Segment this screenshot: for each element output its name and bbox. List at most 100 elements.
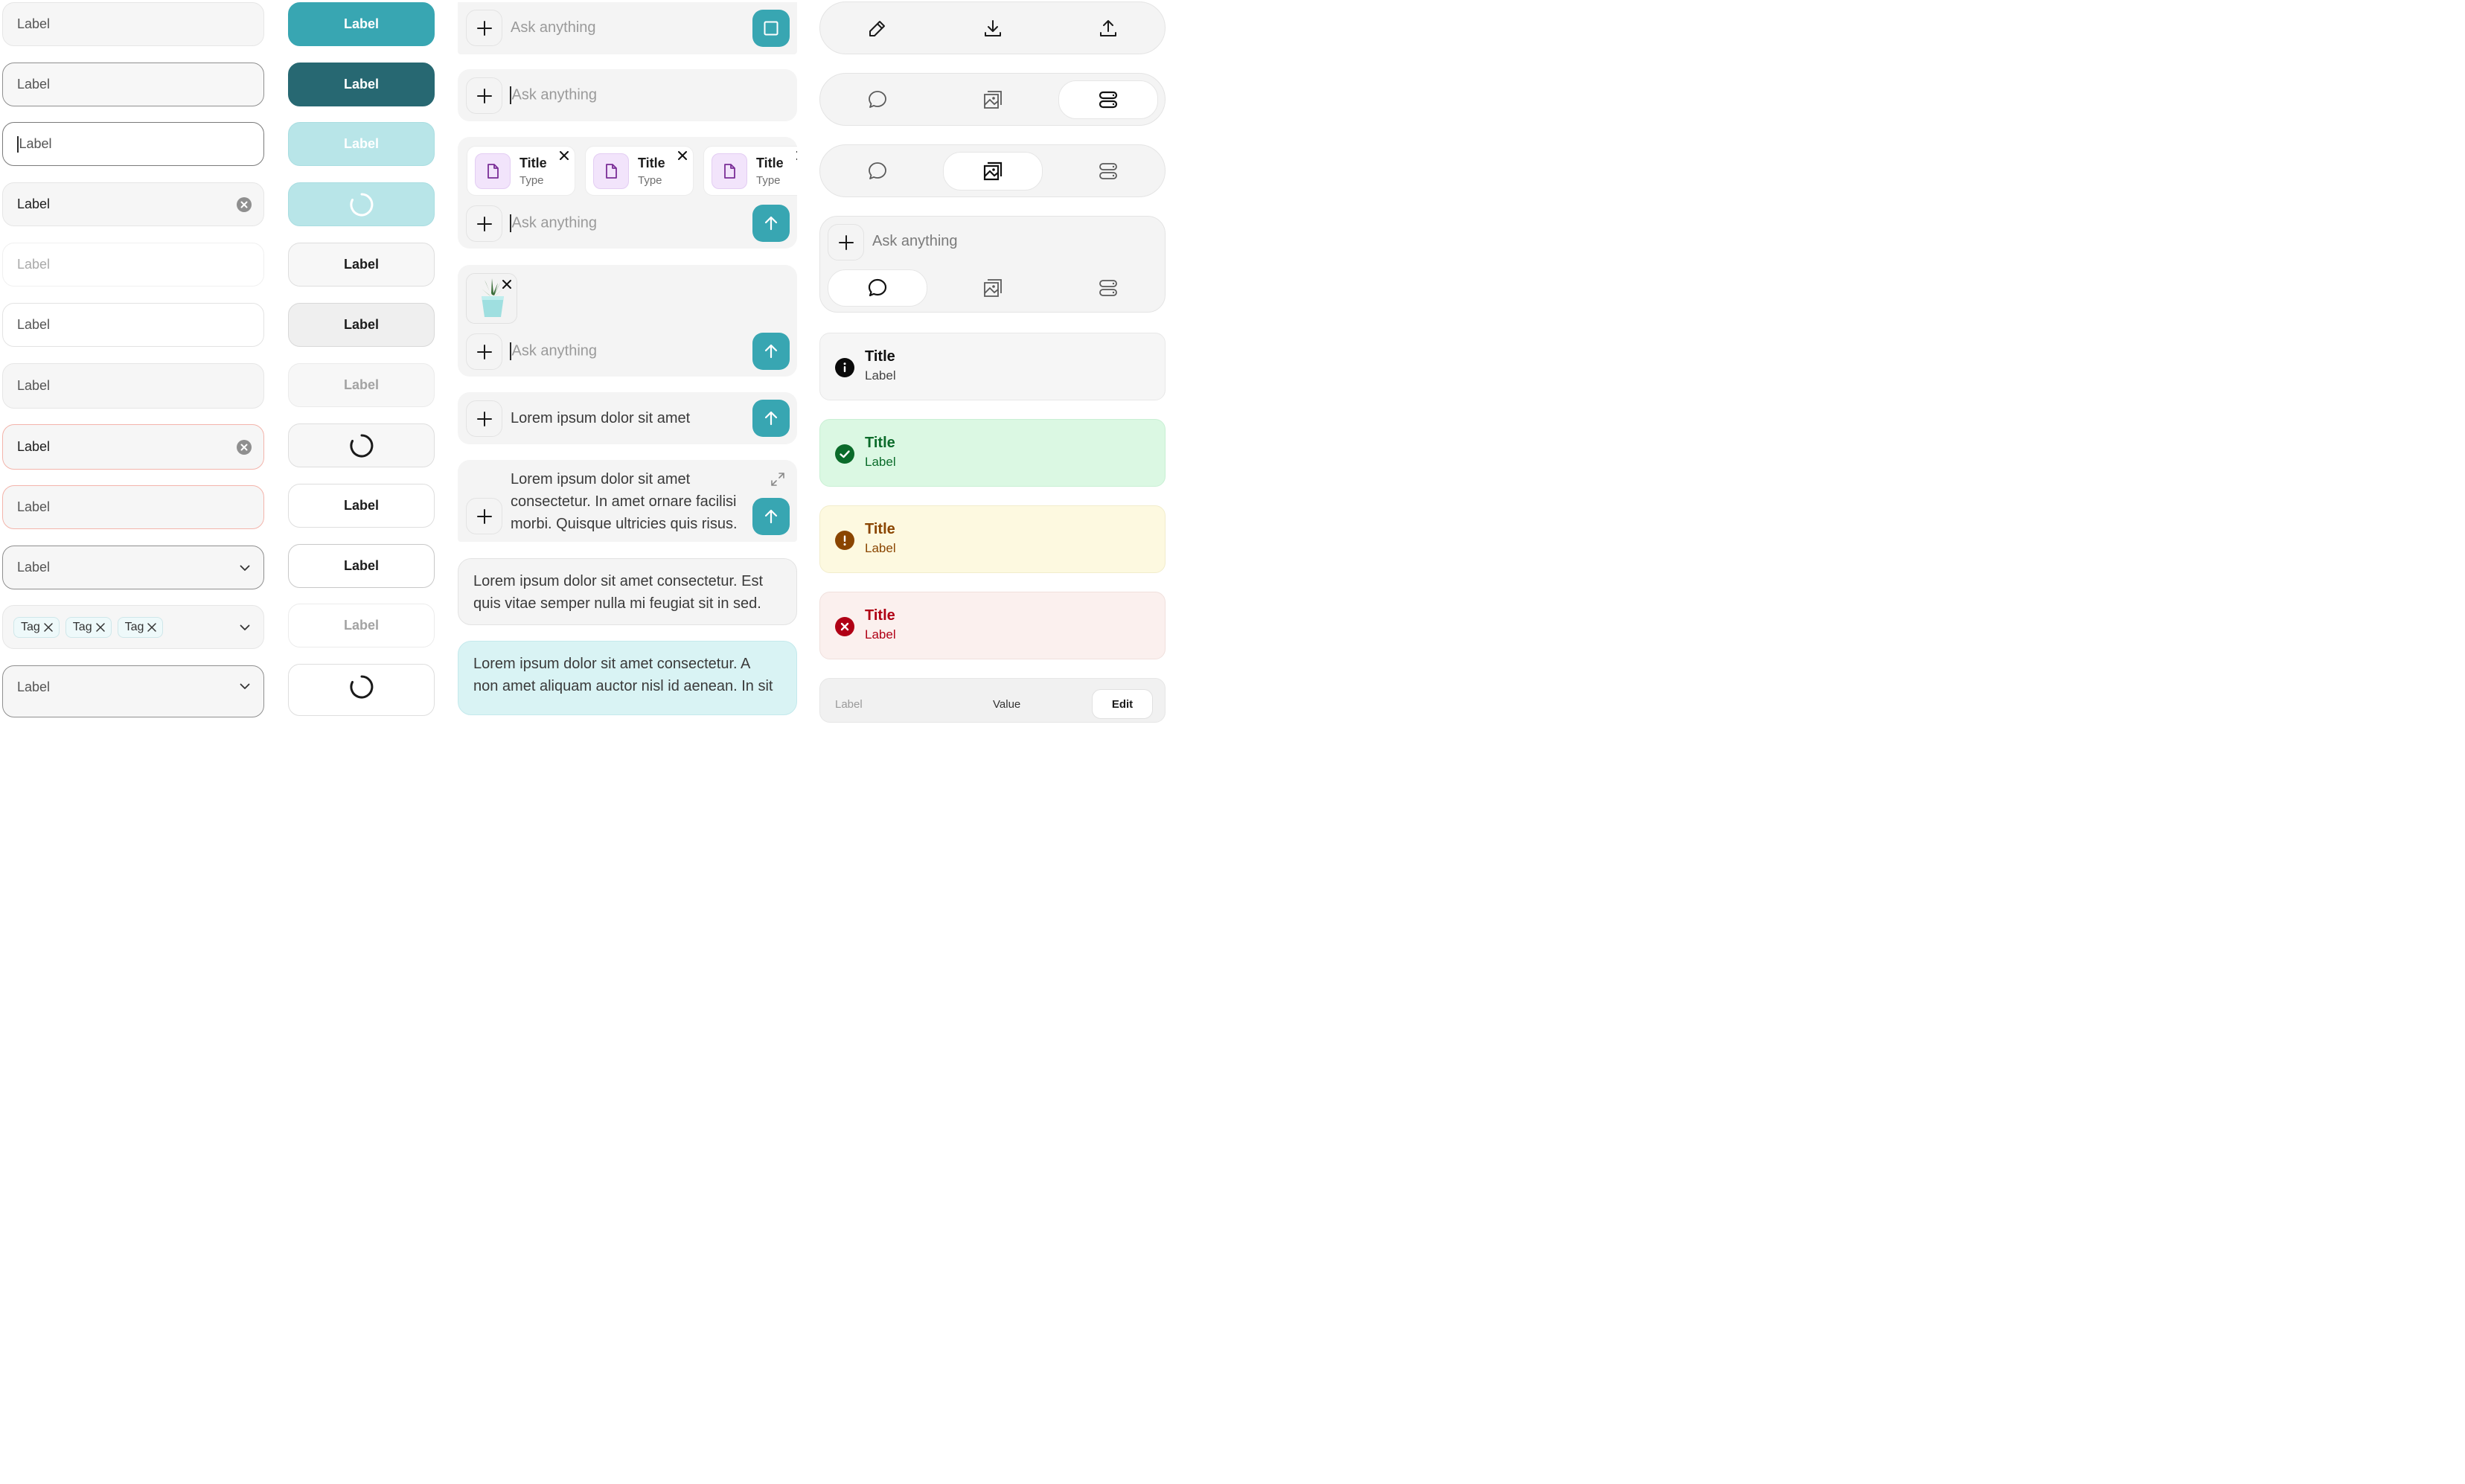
composer-multiline[interactable]: Lorem ipsum dolor sit amet consectetur. … [458, 460, 797, 542]
send-button[interactable] [752, 205, 790, 242]
select-value: Label [17, 679, 51, 694]
alert-label: Label [865, 455, 896, 469]
input-placeholder: Label [19, 136, 52, 151]
message-bubble-sent: Lorem ipsum dolor sit amet consectetur. … [458, 641, 797, 715]
chat-mode-button[interactable] [828, 81, 927, 118]
row-value: Value [993, 698, 1021, 711]
tag-chip[interactable]: Tag [65, 616, 112, 638]
layout-mode-button[interactable] [1058, 153, 1158, 190]
close-icon[interactable] [43, 622, 54, 633]
primary-button-pressed[interactable]: Label [288, 63, 435, 106]
composer-empty[interactable]: Ask anything [458, 69, 797, 121]
multi-select-input[interactable]: Tag Tag Tag [2, 605, 264, 649]
text-input-white[interactable]: Label [2, 303, 264, 347]
download-button[interactable] [943, 10, 1043, 47]
file-chip[interactable]: Title Type [467, 146, 575, 196]
text-input-error-filled[interactable]: Label [2, 424, 264, 470]
clear-icon[interactable] [237, 196, 252, 212]
attach-button[interactable] [828, 224, 864, 260]
input-placeholder: Label [17, 317, 51, 332]
error-icon [835, 617, 854, 636]
text-input-default[interactable]: Label [2, 2, 264, 46]
text-input-focused[interactable]: Label [2, 122, 264, 166]
edit-button[interactable]: Edit [1092, 689, 1153, 719]
close-icon[interactable] [147, 622, 157, 633]
download-icon [985, 20, 1001, 36]
attach-button[interactable] [466, 10, 502, 46]
arrow-up-icon [764, 344, 778, 359]
edit-button[interactable] [828, 10, 927, 47]
composer-placeholder[interactable]: Ask anything [872, 233, 958, 250]
attach-button[interactable] [466, 498, 502, 534]
close-icon[interactable] [501, 278, 513, 290]
attach-button[interactable] [466, 333, 502, 370]
arrow-up-icon [764, 411, 778, 426]
image-mode-button[interactable] [943, 269, 1043, 307]
file-chip[interactable]: Title Type [703, 146, 797, 196]
image-mode-button[interactable] [943, 81, 1043, 118]
file-title: Title [519, 156, 547, 170]
outline-button-disabled: Label [288, 604, 435, 647]
outline-button-hover[interactable]: Label [288, 544, 435, 588]
key-value-row: Label Value Edit [819, 678, 1166, 723]
file-chip[interactable]: Title Type [585, 146, 694, 196]
composer-input[interactable]: Ask anything [510, 342, 597, 360]
layout-mode-button[interactable] [1058, 80, 1158, 119]
text-input-filled[interactable]: Label [2, 182, 264, 226]
outline-button[interactable]: Label [288, 484, 435, 528]
tag-chip[interactable]: Tag [13, 616, 60, 638]
chat-icon [869, 162, 886, 179]
primary-button-disabled: Label [288, 122, 435, 166]
attach-button[interactable] [466, 205, 502, 242]
secondary-button-pressed[interactable]: Label [288, 303, 435, 347]
close-icon[interactable] [558, 150, 570, 161]
composer-placeholder: Ask anything [511, 86, 598, 103]
composer-filled[interactable]: Lorem ipsum dolor sit amet [458, 392, 797, 444]
select-input-open[interactable]: Label [2, 665, 264, 717]
expand-icon[interactable] [770, 472, 785, 487]
chat-mode-button[interactable] [828, 269, 927, 307]
close-icon[interactable] [795, 150, 797, 161]
button-label: Label [343, 558, 379, 573]
text-input-readonly[interactable]: Label [2, 363, 264, 409]
text-input-disabled: Label [2, 243, 264, 287]
spinner-icon [349, 675, 373, 699]
image-mode-button[interactable] [943, 152, 1043, 191]
attach-button[interactable] [466, 77, 502, 114]
tag-chip[interactable]: Tag [117, 616, 164, 638]
message-bubble-received: Lorem ipsum dolor sit amet consectetur. … [458, 558, 797, 625]
close-icon[interactable] [677, 150, 688, 161]
primary-button[interactable]: Label [288, 2, 435, 46]
composer-input[interactable]: Ask anything [510, 86, 597, 104]
tag-label: Tag [72, 620, 92, 633]
image-icon [984, 91, 1002, 109]
text-input-hover[interactable]: Label [2, 63, 264, 106]
text-input-error[interactable]: Label [2, 485, 264, 529]
send-button[interactable] [752, 400, 790, 437]
input-value: Label [17, 196, 51, 211]
composer-line: consectetur. In amet ornare facilisi [511, 493, 737, 510]
clear-icon[interactable] [237, 439, 252, 455]
chat-icon [868, 278, 887, 297]
select-input[interactable]: Label [2, 546, 264, 589]
message-line: non amet aliquam auctor nisl id aenean. … [473, 678, 773, 694]
image-attachment[interactable] [466, 273, 517, 324]
input-placeholder: Label [17, 257, 51, 272]
stop-button[interactable] [752, 10, 790, 47]
send-button[interactable] [752, 498, 790, 535]
spinner-icon [349, 193, 373, 216]
close-icon[interactable] [95, 622, 106, 633]
layout-mode-button[interactable] [1058, 269, 1158, 307]
upload-button[interactable] [1058, 10, 1158, 47]
upload-icon [1100, 20, 1116, 36]
plus-icon [476, 411, 492, 426]
composer-input[interactable]: Ask anything [510, 214, 597, 232]
layout-icon [1099, 91, 1118, 109]
tag-label: Tag [21, 620, 40, 633]
alert-label: Label [865, 541, 896, 555]
secondary-button[interactable]: Label [288, 243, 435, 287]
send-button[interactable] [752, 333, 790, 370]
chat-mode-button[interactable] [828, 153, 927, 190]
image-icon [984, 279, 1002, 297]
attach-button[interactable] [466, 400, 502, 437]
